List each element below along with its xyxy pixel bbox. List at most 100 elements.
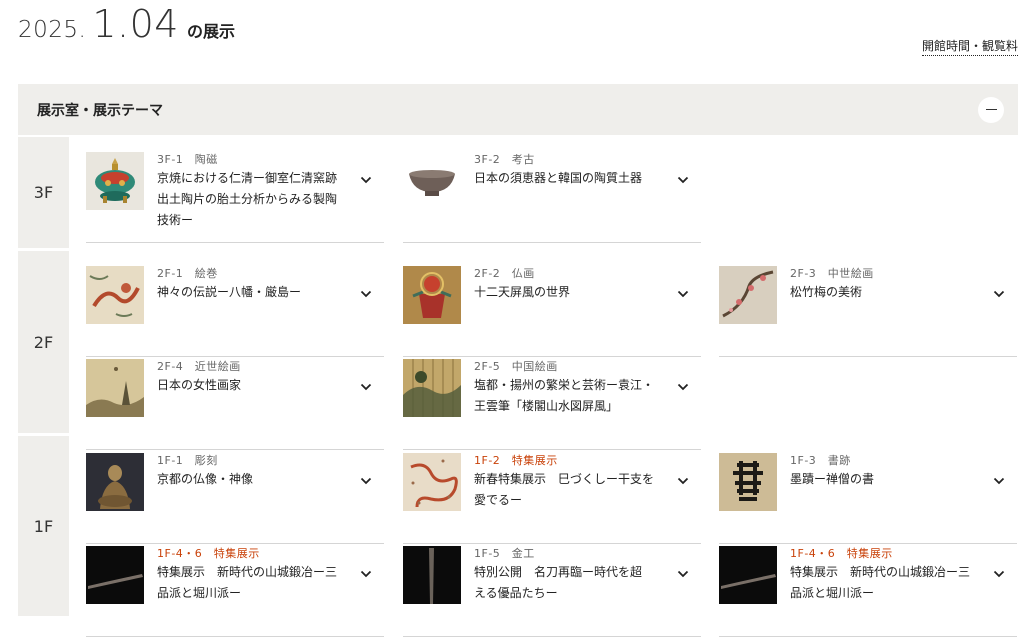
exhibit-title[interactable]: 神々の伝説ー八幡・厳島ー	[157, 282, 337, 303]
exhibit-title[interactable]: 日本の須恵器と韓国の陶質土器	[474, 168, 654, 189]
hours-admission-link[interactable]: 開館時間・観覧料	[921, 37, 1018, 56]
room-category: 特集展示	[213, 547, 260, 560]
room-number: 2F-5	[474, 360, 501, 373]
panel-title: 展示室・展示テーマ	[37, 102, 163, 119]
room-number: 1F-4・6	[790, 547, 836, 560]
room-meta: 3F-1 陶磁	[157, 151, 218, 167]
chevron-down-icon[interactable]	[677, 383, 689, 391]
room-category: 特集展示	[846, 547, 893, 560]
room-meta: 1F-5 金工	[474, 545, 535, 561]
room-category: 考古	[511, 153, 535, 166]
chevron-down-icon[interactable]	[677, 290, 689, 298]
date-year: 2025.	[18, 17, 87, 43]
room-category: 近世絵画	[194, 360, 241, 373]
room-category: 書跡	[827, 454, 851, 467]
room-number: 2F-2	[474, 267, 501, 280]
room-meta: 1F-1 彫刻	[157, 452, 218, 468]
room-category: 特集展示	[511, 454, 558, 467]
panel-header[interactable]: 展示室・展示テーマ	[18, 84, 1018, 135]
exhibit-card[interactable]: 2F-4 近世絵画 日本の女性画家	[86, 357, 384, 450]
room-category: 仏画	[511, 267, 535, 280]
room-number: 3F-2	[474, 153, 501, 166]
room-meta: 3F-2 考古	[474, 151, 535, 167]
room-meta: 1F-4・6 特集展示	[157, 545, 260, 561]
snake-painting-icon[interactable]	[403, 453, 461, 511]
exhibit-card[interactable]: 3F-2 考古 日本の須恵器と韓国の陶質土器	[403, 150, 701, 243]
room-meta: 2F-4 近世絵画	[157, 358, 241, 374]
exhibit-card[interactable]: 1F-5 金工 特別公開 名刀再臨ー時代を超える優品たちー	[403, 544, 701, 637]
room-meta: 1F-4・6 特集展示	[790, 545, 893, 561]
exhibit-title[interactable]: 京都の仏像・神像	[157, 469, 337, 490]
sword-blade-icon[interactable]	[86, 546, 144, 604]
room-number: 2F-3	[790, 267, 817, 280]
room-number: 1F-3	[790, 454, 817, 467]
exhibit-title[interactable]: 特集展示 新時代の山城鍛冶ー三品派と堀川派ー	[157, 562, 337, 604]
chevron-down-icon[interactable]	[360, 383, 372, 391]
exhibit-card[interactable]: 2F-3 中世絵画 松竹梅の美術	[719, 264, 1017, 357]
room-number: 2F-1	[157, 267, 184, 280]
room-number: 2F-4	[157, 360, 184, 373]
calligraphy-icon[interactable]	[719, 453, 777, 511]
room-number: 1F-1	[157, 454, 184, 467]
exhibit-title[interactable]: 塩都・揚州の繁栄と芸術ー袁江・王雲筆「楼閣山水図屏風」	[474, 375, 654, 417]
chevron-down-icon[interactable]	[677, 477, 689, 485]
exhibit-card[interactable]: 2F-2 仏画十二天屏風の世界	[403, 264, 701, 357]
plum-branch-icon[interactable]	[719, 266, 777, 324]
date-suffix: の展示	[186, 22, 235, 41]
exhibit-card[interactable]: 1F-4・6 特集展示 特集展示 新時代の山城鍛冶ー三品派と堀川派ー	[86, 544, 384, 637]
deity-painting-icon[interactable]	[403, 266, 461, 324]
exhibit-card[interactable]: 1F-3 書跡 墨蹟ー禅僧の書	[719, 451, 1017, 544]
folding-screen-icon[interactable]	[403, 359, 461, 417]
chevron-down-icon[interactable]	[677, 176, 689, 184]
landscape-painting-icon[interactable]	[86, 359, 144, 417]
exhibit-card[interactable]: 2F-1 絵巻 神々の伝説ー八幡・厳島ー	[86, 264, 384, 357]
date-month-day: 1.04	[92, 2, 179, 46]
room-category: 絵巻	[194, 267, 218, 280]
incense-burner-icon[interactable]	[86, 152, 144, 210]
chevron-down-icon[interactable]	[993, 477, 1005, 485]
exhibit-card[interactable]: 1F-1 彫刻 京都の仏像・神像	[86, 451, 384, 544]
room-category: 中世絵画	[827, 267, 874, 280]
exhibition-date: 2025. 1.04 の展示	[18, 2, 235, 46]
room-category: 陶磁	[194, 153, 218, 166]
chevron-down-icon[interactable]	[360, 570, 372, 578]
exhibit-title[interactable]: 十二天屏風の世界	[474, 282, 654, 303]
chevron-down-icon[interactable]	[993, 290, 1005, 298]
exhibit-card[interactable]: 2F-5 中国絵画 塩都・揚州の繁栄と芸術ー袁江・王雲筆「楼閣山水図屏風」	[403, 357, 701, 450]
chevron-down-icon[interactable]	[360, 176, 372, 184]
exhibit-title[interactable]: 墨蹟ー禅僧の書	[790, 469, 970, 490]
exhibit-title[interactable]: 日本の女性画家	[157, 375, 337, 396]
room-meta: 2F-3 中世絵画	[790, 265, 874, 281]
chevron-down-icon[interactable]	[677, 570, 689, 578]
room-meta: 1F-2 特集展示	[474, 452, 558, 468]
sword-vertical-icon[interactable]	[403, 546, 461, 604]
chevron-down-icon[interactable]	[360, 477, 372, 485]
exhibit-title[interactable]: 特別公開 名刀再臨ー時代を超える優品たちー	[474, 562, 654, 604]
room-number: 3F-1	[157, 153, 184, 166]
chevron-down-icon[interactable]	[993, 570, 1005, 578]
bowl-icon[interactable]	[403, 152, 461, 210]
room-category: 金工	[511, 547, 535, 560]
exhibit-title[interactable]: 特集展示 新時代の山城鍛冶ー三品派と堀川派ー	[790, 562, 970, 604]
dragon-scroll-icon[interactable]	[86, 266, 144, 324]
room-meta: 1F-3 書跡	[790, 452, 851, 468]
buddha-statue-icon[interactable]	[86, 453, 144, 511]
chevron-down-icon[interactable]	[360, 290, 372, 298]
exhibit-card[interactable]: 3F-1 陶磁 京焼における仁清ー御室仁清窯跡出土陶片の胎土分析からみる製陶技術ー	[86, 150, 384, 243]
room-meta: 2F-5 中国絵画	[474, 358, 558, 374]
exhibit-title[interactable]: 松竹梅の美術	[790, 282, 970, 303]
room-category: 彫刻	[194, 454, 218, 467]
sword-blade-icon[interactable]	[719, 546, 777, 604]
exhibit-card[interactable]: 1F-2 特集展示 新春特集展示 巳づくしー干支を愛でるー	[403, 451, 701, 544]
minus-icon	[985, 108, 997, 111]
exhibit-title[interactable]: 新春特集展示 巳づくしー干支を愛でるー	[474, 469, 654, 511]
exhibit-title[interactable]: 京焼における仁清ー御室仁清窯跡出土陶片の胎土分析からみる製陶技術ー	[157, 168, 337, 231]
floor-label-2f: 2F	[18, 251, 69, 433]
floor-label-1f: 1F	[18, 436, 69, 616]
collapse-button[interactable]	[978, 96, 1004, 123]
exhibit-card[interactable]: 1F-4・6 特集展示 特集展示 新時代の山城鍛冶ー三品派と堀川派ー	[719, 544, 1017, 637]
room-meta: 2F-1 絵巻	[157, 265, 218, 281]
room-number: 1F-5	[474, 547, 501, 560]
room-number: 1F-4・6	[157, 547, 203, 560]
floor-label-3f: 3F	[18, 137, 69, 248]
